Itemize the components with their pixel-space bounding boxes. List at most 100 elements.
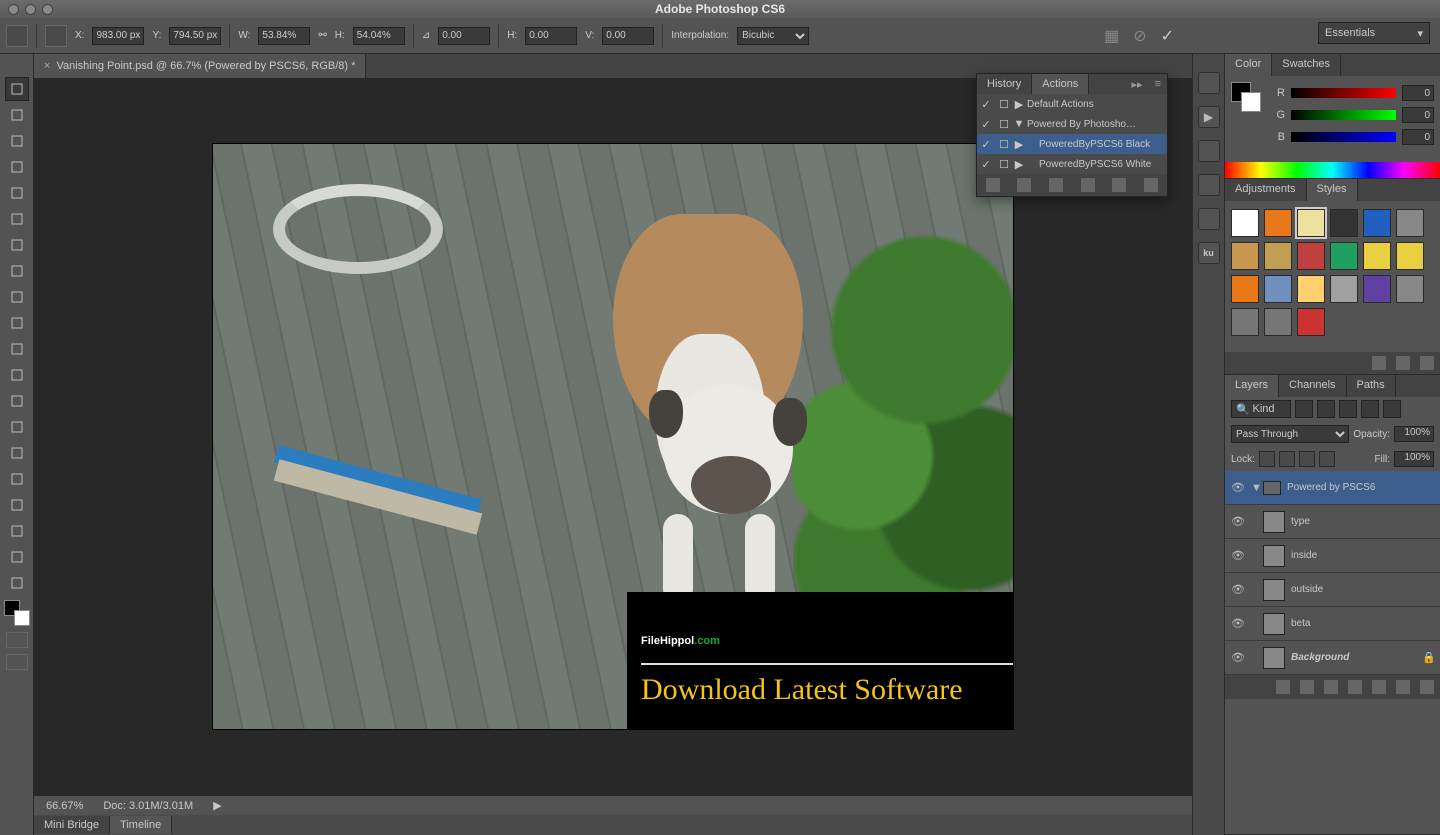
b-field[interactable] bbox=[1402, 129, 1434, 145]
toggle-icon[interactable]: ✓ bbox=[977, 98, 995, 111]
r-field[interactable] bbox=[1402, 85, 1434, 101]
dialog-icon[interactable]: ☐ bbox=[995, 98, 1013, 111]
dialog-icon[interactable]: ☐ bbox=[995, 118, 1013, 131]
style-swatch[interactable] bbox=[1330, 242, 1358, 270]
tab-swatches[interactable]: Swatches bbox=[1272, 54, 1341, 76]
visibility-icon[interactable]: 👁 bbox=[1225, 617, 1251, 630]
layer-row[interactable]: 👁inside bbox=[1225, 539, 1440, 573]
tab-paths[interactable]: Paths bbox=[1347, 375, 1396, 397]
style-swatch[interactable] bbox=[1231, 242, 1259, 270]
dock-icon-histogram[interactable] bbox=[1198, 72, 1220, 94]
dock-icon-brush[interactable] bbox=[1198, 208, 1220, 230]
layer-row[interactable]: 👁type bbox=[1225, 505, 1440, 539]
new-action-icon[interactable] bbox=[1112, 178, 1126, 192]
stop-icon[interactable] bbox=[986, 178, 1000, 192]
fill-field[interactable]: 100% bbox=[1394, 451, 1434, 467]
transform-tool-icon[interactable] bbox=[6, 25, 28, 47]
skew-h-field[interactable] bbox=[525, 27, 577, 45]
hand-tool[interactable] bbox=[5, 545, 29, 569]
style-swatch[interactable] bbox=[1264, 242, 1292, 270]
gradient-tool[interactable] bbox=[5, 363, 29, 387]
pen-tool[interactable] bbox=[5, 441, 29, 465]
style-swatch[interactable] bbox=[1330, 209, 1358, 237]
tab-mini-bridge[interactable]: Mini Bridge bbox=[34, 816, 110, 834]
tab-timeline[interactable]: Timeline bbox=[110, 816, 172, 834]
style-swatch[interactable] bbox=[1363, 275, 1391, 303]
style-swatch[interactable] bbox=[1330, 275, 1358, 303]
tab-styles[interactable]: Styles bbox=[1307, 179, 1358, 201]
dock-icon-play[interactable]: ▶ bbox=[1198, 106, 1220, 128]
style-swatch[interactable] bbox=[1297, 242, 1325, 270]
tab-channels[interactable]: Channels bbox=[1279, 375, 1346, 397]
visibility-icon[interactable]: 👁 bbox=[1225, 481, 1251, 494]
filter-adjust-icon[interactable] bbox=[1317, 400, 1335, 418]
new-style-icon[interactable] bbox=[1396, 356, 1410, 370]
shape-tool[interactable] bbox=[5, 519, 29, 543]
g-slider[interactable] bbox=[1291, 110, 1396, 120]
style-swatch[interactable] bbox=[1231, 308, 1259, 336]
toggle-icon[interactable]: ✓ bbox=[977, 158, 995, 171]
filter-smart-icon[interactable] bbox=[1383, 400, 1401, 418]
zoom-tool[interactable] bbox=[5, 571, 29, 595]
close-tab-icon[interactable]: × bbox=[44, 60, 50, 72]
cancel-transform-icon[interactable]: ⊘ bbox=[1133, 26, 1146, 46]
eraser-tool[interactable] bbox=[5, 337, 29, 361]
y-field[interactable] bbox=[169, 27, 221, 45]
toggle-icon[interactable]: ✓ bbox=[977, 118, 995, 131]
fg-bg-swatch[interactable] bbox=[4, 600, 30, 626]
w-field[interactable] bbox=[258, 27, 310, 45]
dock-icon-kuler[interactable]: ku bbox=[1198, 242, 1220, 264]
tab-adjustments[interactable]: Adjustments bbox=[1225, 179, 1307, 201]
history-brush-tool[interactable] bbox=[5, 311, 29, 335]
blend-mode-select[interactable]: Pass Through bbox=[1231, 425, 1349, 443]
g-field[interactable] bbox=[1402, 107, 1434, 123]
record-icon[interactable] bbox=[1017, 178, 1031, 192]
new-layer-icon[interactable] bbox=[1396, 680, 1410, 694]
layer-filter-kind[interactable]: 🔍 Kind bbox=[1231, 400, 1291, 418]
style-swatch[interactable] bbox=[1297, 275, 1325, 303]
tab-actions[interactable]: Actions bbox=[1032, 74, 1089, 94]
layer-row[interactable]: 👁outside bbox=[1225, 573, 1440, 607]
layer-fx-icon[interactable] bbox=[1300, 680, 1314, 694]
h-field[interactable] bbox=[353, 27, 405, 45]
commit-transform-icon[interactable]: ✓ bbox=[1161, 26, 1174, 46]
eyedropper-tool[interactable] bbox=[5, 207, 29, 231]
style-swatch[interactable] bbox=[1396, 209, 1424, 237]
marquee-tool[interactable] bbox=[5, 103, 29, 127]
delete-layer-icon[interactable] bbox=[1420, 680, 1434, 694]
document-tab[interactable]: × Vanishing Point.psd @ 66.7% (Powered b… bbox=[34, 54, 366, 78]
style-swatch[interactable] bbox=[1297, 209, 1325, 237]
tab-history[interactable]: History bbox=[977, 74, 1032, 94]
action-row[interactable]: ✓☐▶Default Actions bbox=[977, 94, 1167, 114]
interpolation-select[interactable]: Bicubic bbox=[737, 27, 809, 45]
lock-trans-icon[interactable] bbox=[1259, 451, 1275, 467]
new-set-icon[interactable] bbox=[1081, 178, 1095, 192]
style-swatch[interactable] bbox=[1297, 308, 1325, 336]
skew-v-field[interactable] bbox=[602, 27, 654, 45]
workspace-switcher[interactable]: Essentials▾ bbox=[1318, 22, 1430, 44]
style-swatch[interactable] bbox=[1363, 209, 1391, 237]
lock-position-icon[interactable] bbox=[1299, 451, 1315, 467]
color-spectrum[interactable] bbox=[1225, 162, 1440, 178]
screen-mode-icon[interactable] bbox=[6, 654, 28, 670]
tab-color[interactable]: Color bbox=[1225, 54, 1272, 76]
link-icon[interactable]: ⚯ bbox=[318, 30, 326, 41]
visibility-icon[interactable]: 👁 bbox=[1225, 515, 1251, 528]
style-swatch[interactable] bbox=[1396, 275, 1424, 303]
window-controls[interactable] bbox=[0, 4, 53, 15]
layer-row[interactable]: 👁Background🔒 bbox=[1225, 641, 1440, 675]
style-swatch[interactable] bbox=[1264, 209, 1292, 237]
b-slider[interactable] bbox=[1291, 132, 1396, 142]
zoom-readout[interactable]: 66.67% bbox=[46, 800, 83, 812]
x-field[interactable] bbox=[92, 27, 144, 45]
foreground-background-picker[interactable] bbox=[1231, 82, 1261, 112]
dock-icon-character[interactable] bbox=[1198, 140, 1220, 162]
healing-tool[interactable] bbox=[5, 233, 29, 257]
filter-shape-icon[interactable] bbox=[1361, 400, 1379, 418]
panel-menu-icon[interactable]: ≡ bbox=[1149, 74, 1167, 94]
adjustment-layer-icon[interactable] bbox=[1348, 680, 1362, 694]
action-row[interactable]: ✓☐▶PoweredByPSCS6 White bbox=[977, 154, 1167, 174]
delete-action-icon[interactable] bbox=[1144, 178, 1158, 192]
layer-mask-icon[interactable] bbox=[1324, 680, 1338, 694]
lock-pixel-icon[interactable] bbox=[1279, 451, 1295, 467]
